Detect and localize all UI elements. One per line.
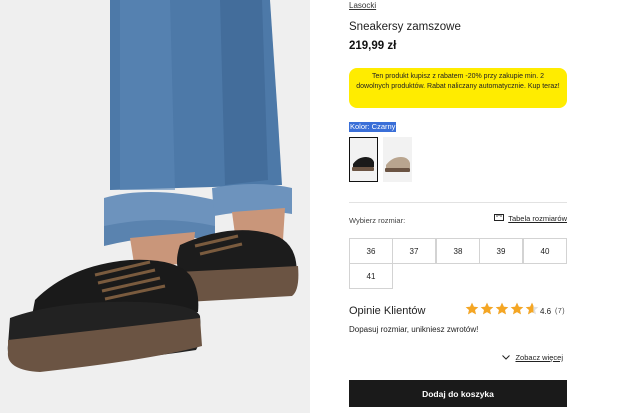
size-option[interactable]: 38 xyxy=(436,238,480,264)
product-title: Sneakersy zamszowe xyxy=(349,21,461,33)
size-label: Wybierz rozmiar: xyxy=(349,216,406,225)
rating-stars[interactable] xyxy=(465,302,539,315)
star-icon xyxy=(495,302,509,315)
star-icon xyxy=(480,302,494,315)
product-price: 219,99 zł xyxy=(349,40,397,52)
color-swatch-beige[interactable] xyxy=(383,137,412,182)
see-more-link[interactable]: Zobacz więcej xyxy=(502,353,563,362)
product-info-panel: Lasocki Sneakersy zamszowe 219,99 zł Ten… xyxy=(349,0,567,413)
product-photo xyxy=(0,0,310,413)
size-option[interactable]: 39 xyxy=(479,238,523,264)
see-more-label: Zobacz więcej xyxy=(515,353,563,362)
star-icon xyxy=(510,302,524,315)
ruler-icon xyxy=(494,214,505,223)
review-snippet: Dopasuj rozmiar, unikniesz zwrotów! xyxy=(349,325,479,334)
rating-value: 4.6 xyxy=(540,307,552,316)
reviews-title: Opinie Klientów xyxy=(349,305,426,317)
color-swatch-black[interactable] xyxy=(349,137,378,182)
brand-link[interactable]: Lasocki xyxy=(349,1,376,10)
size-table-label: Tabela rozmiarów xyxy=(508,214,567,223)
rating-count: (7) xyxy=(555,308,566,315)
size-option[interactable]: 40 xyxy=(523,238,567,264)
promo-banner: Ten produkt kupisz z rabatem -20% przy z… xyxy=(349,68,567,108)
size-option[interactable]: 37 xyxy=(392,238,436,264)
star-icon xyxy=(465,302,479,315)
color-label: Kolor: Czarny xyxy=(349,122,397,132)
add-to-cart-button[interactable]: Dodaj do koszyka xyxy=(349,380,567,407)
size-option[interactable]: 41 xyxy=(349,263,393,289)
chevron-down-icon xyxy=(502,353,511,362)
section-divider xyxy=(349,202,567,203)
size-option[interactable]: 36 xyxy=(349,238,393,264)
size-table-link[interactable]: Tabela rozmiarów xyxy=(494,214,567,223)
star-icon xyxy=(525,302,539,315)
